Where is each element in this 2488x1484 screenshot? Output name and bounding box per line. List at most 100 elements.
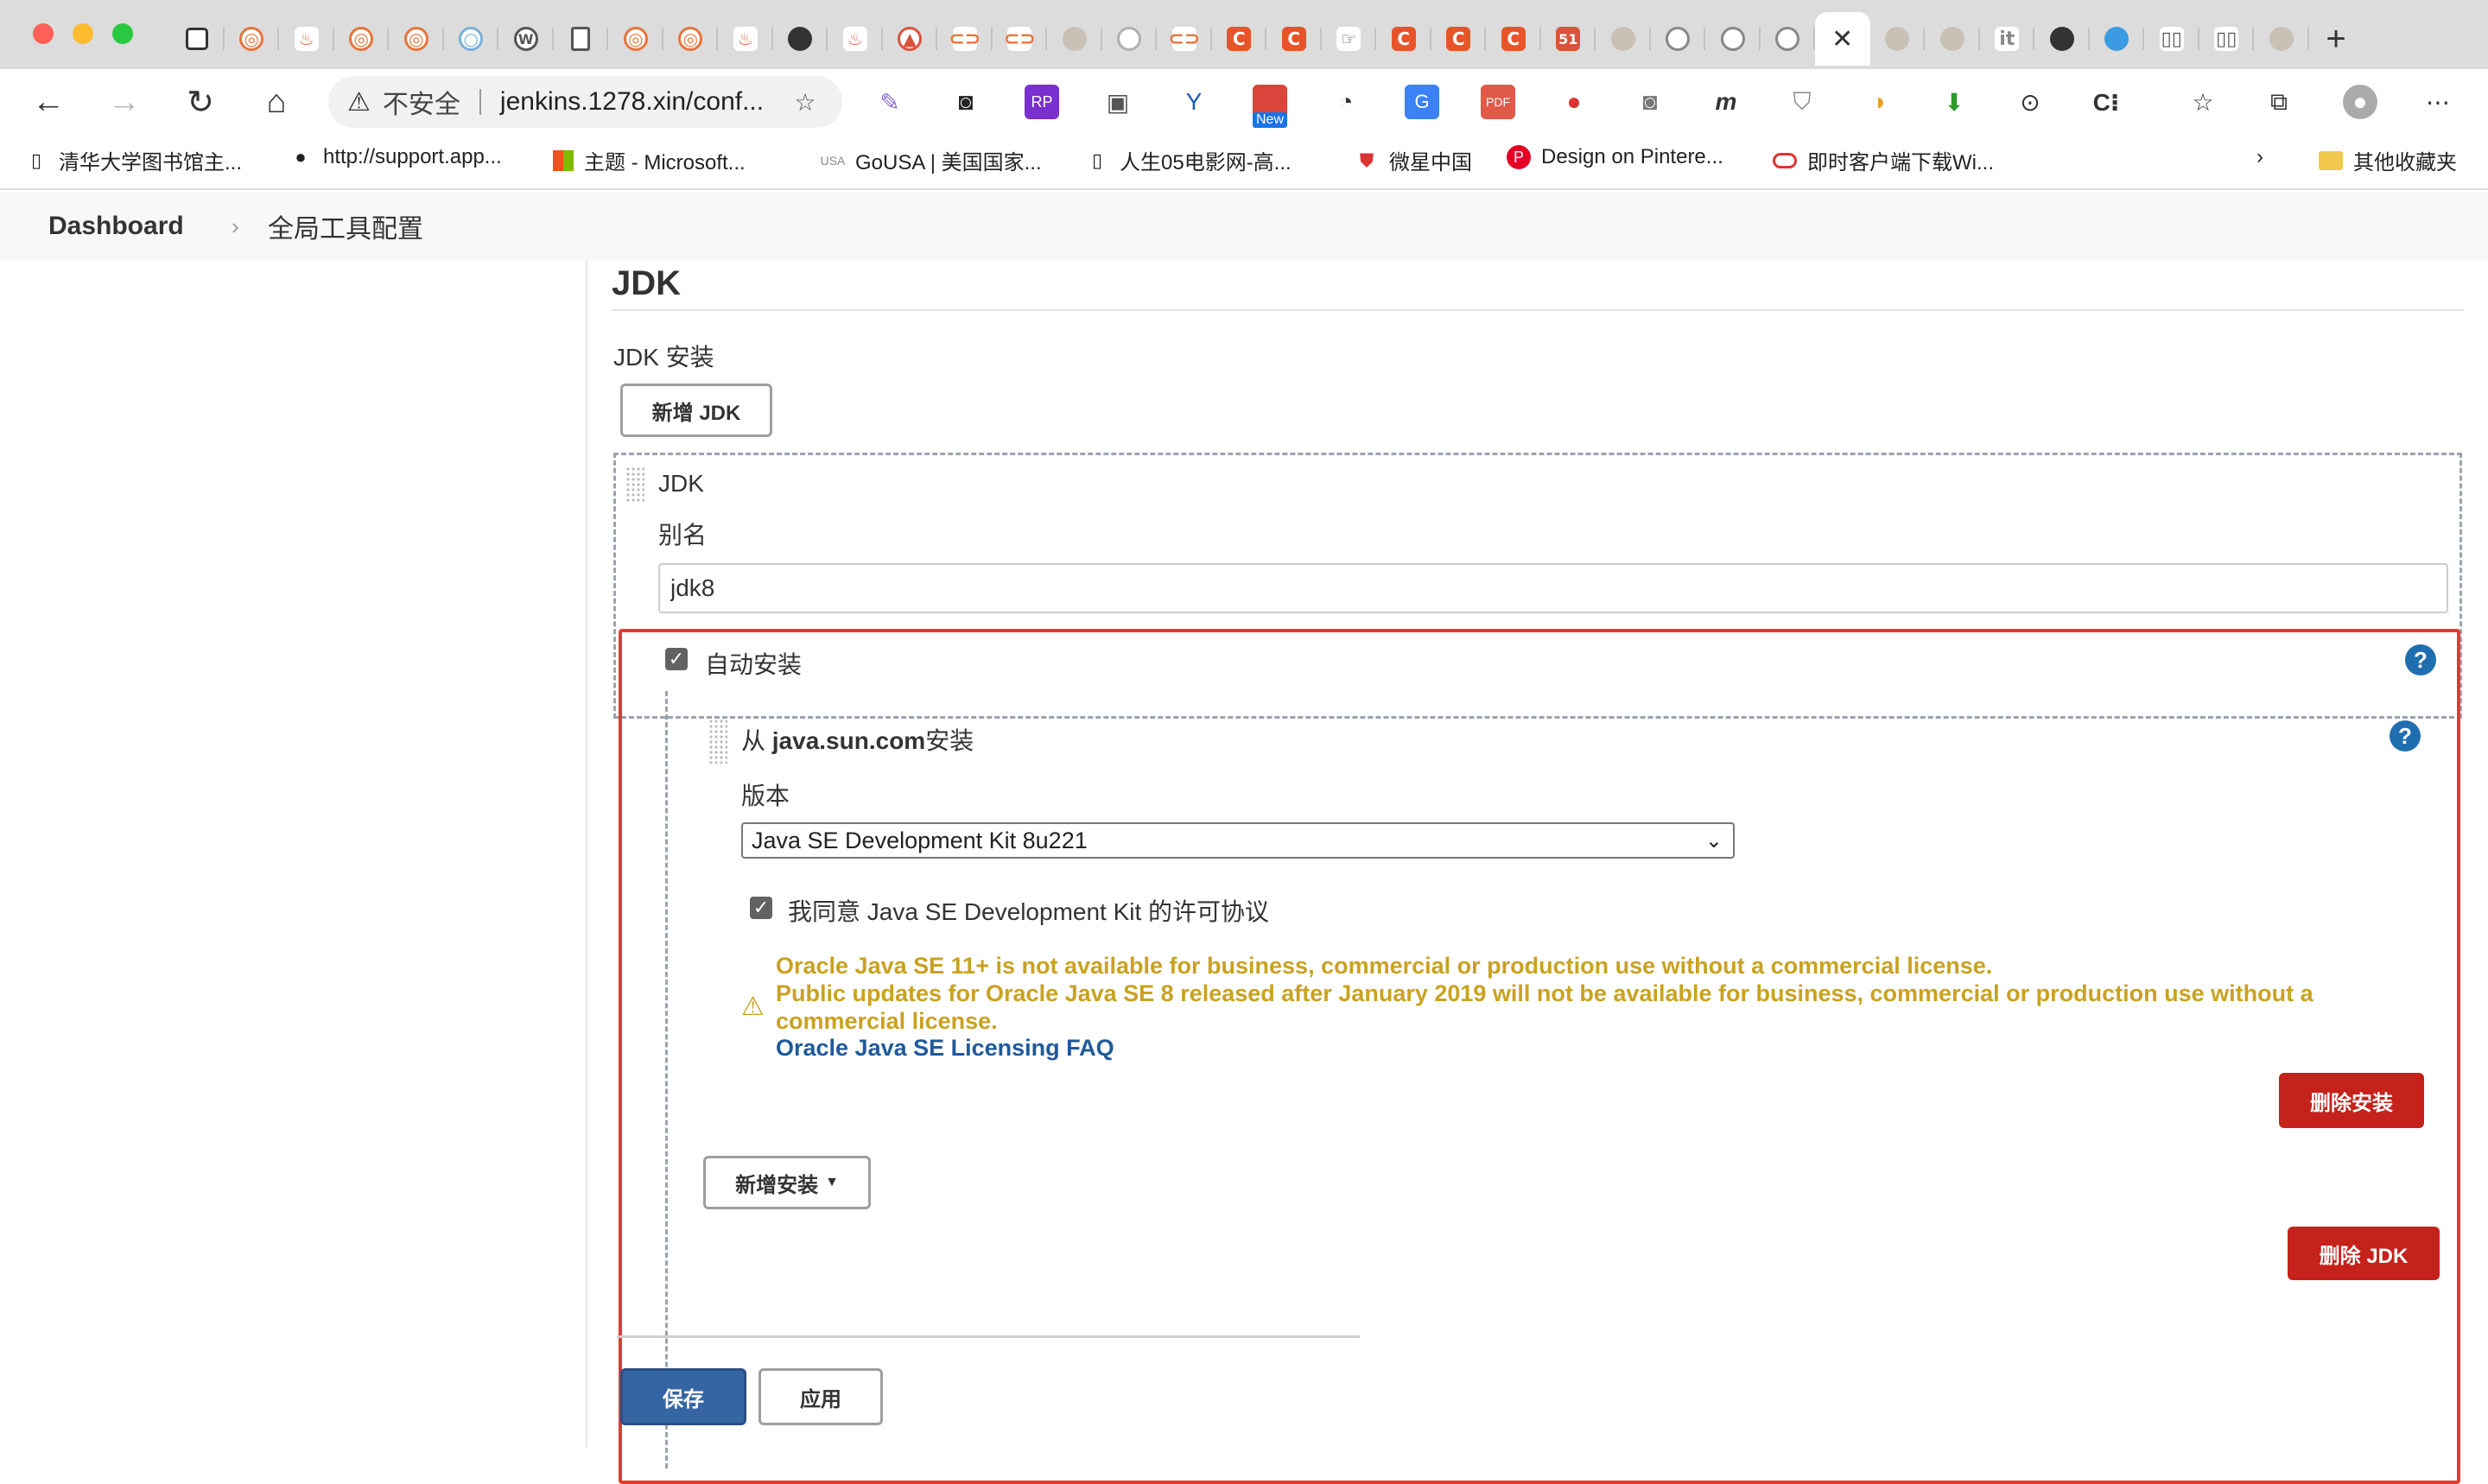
pdf-icon[interactable]: PDF [1481, 85, 1515, 119]
address-bar[interactable]: ⚠ 不安全 jenkins.1278.xin/conf... [328, 76, 842, 128]
tab[interactable]: ⊂⊃ [1157, 12, 1212, 66]
bookmark[interactable]: ● http://support.app... [289, 145, 501, 169]
new-tab-button[interactable]: + [2309, 12, 2364, 66]
tab[interactable]: C [1376, 12, 1431, 66]
bookmark[interactable]: ▯ 人生05电影网-高... [1085, 145, 1292, 175]
add-jdk-button[interactable]: 新增 JDK [620, 384, 772, 437]
reload-icon[interactable]: ↻ [176, 78, 225, 126]
drag-handle-icon[interactable] [708, 719, 727, 764]
url-text[interactable]: jenkins.1278.xin/conf... [500, 87, 764, 117]
minimize-window-button[interactable] [73, 23, 93, 44]
tab[interactable] [1102, 12, 1158, 66]
tab[interactable] [554, 12, 609, 66]
tab[interactable] [2034, 12, 2090, 66]
bookmark-folder[interactable]: 其他收藏夹 [2319, 145, 2457, 175]
download-icon[interactable]: ⬇ [1937, 85, 1971, 119]
home-icon[interactable]: ⌂ [252, 78, 301, 126]
breadcrumb-current[interactable]: 全局工具配置 [268, 207, 423, 245]
tab[interactable]: ◎ [225, 12, 280, 66]
camera-icon[interactable]: ◙ [949, 85, 983, 119]
code-icon[interactable]: ⊙ [2013, 85, 2047, 119]
tab[interactable] [1925, 12, 1980, 66]
tab[interactable]: W [498, 12, 554, 66]
save-button[interactable]: 保存 [620, 1368, 746, 1425]
speedometer-icon[interactable]: ◔ [1329, 85, 1363, 119]
tab[interactable]: ☞ [1322, 12, 1377, 66]
close-window-button[interactable] [33, 23, 54, 44]
tab[interactable]: ○ [444, 12, 499, 66]
auto-install-checkbox[interactable]: ✓ [665, 648, 688, 670]
close-tab-icon[interactable]: ✕ [1831, 24, 1853, 54]
tab[interactable]: C [1431, 12, 1487, 66]
tab[interactable] [1596, 12, 1651, 66]
apply-button[interactable]: 应用 [758, 1368, 883, 1425]
back-icon[interactable]: ← [24, 78, 73, 126]
rp-extension-icon[interactable]: RP [1025, 85, 1059, 119]
screenshot-icon[interactable]: ▣ [1101, 85, 1135, 119]
c-extension-icon[interactable]: C⁝ [2089, 85, 2123, 119]
translate-icon[interactable]: G [1405, 85, 1439, 119]
tab[interactable] [1870, 12, 1926, 66]
tab[interactable]: C [1266, 12, 1322, 66]
alias-input[interactable] [658, 563, 2448, 613]
tab[interactable]: ▯▯ [2199, 12, 2255, 66]
camera-icon[interactable]: ◙ [1633, 85, 1667, 119]
help-icon[interactable]: ? [2405, 644, 2436, 675]
new-extension-icon[interactable]: New [1253, 85, 1288, 128]
y-circle-icon[interactable]: ◑ [1861, 85, 1895, 119]
bookmark[interactable]: USA GoUSA | 美国国家... [821, 145, 1042, 175]
tab[interactable]: ◎ [608, 12, 663, 66]
tab[interactable] [1761, 12, 1816, 66]
tab[interactable] [169, 12, 225, 66]
delete-jdk-button[interactable]: 删除 JDK [2288, 1227, 2440, 1280]
bookmark[interactable]: 主题 - Microsoft... [553, 145, 746, 175]
bookmark[interactable]: P Design on Pintere... [1507, 145, 1723, 169]
tab[interactable]: C [1212, 12, 1267, 66]
drag-handle-icon[interactable] [625, 466, 644, 503]
tab[interactable]: it [1980, 12, 2035, 66]
tab[interactable]: 51 [1541, 12, 1596, 66]
shield-icon[interactable]: ⛉ [1785, 85, 1819, 119]
tab[interactable]: ♨ [718, 12, 773, 66]
maximize-window-button[interactable] [112, 23, 133, 44]
tab[interactable] [1705, 12, 1761, 66]
tab[interactable]: ⊂⊃ [993, 12, 1048, 66]
tab[interactable]: ▯▯ [2144, 12, 2199, 66]
tab[interactable]: ⊂⊃ [937, 12, 993, 66]
tab[interactable]: ▲ [883, 12, 938, 66]
bookmarks-overflow-chevron-icon[interactable]: › [2256, 145, 2263, 169]
breadcrumb-dashboard[interactable]: Dashboard [48, 212, 184, 241]
more-icon[interactable]: ⋯ [2421, 85, 2455, 119]
tab[interactable] [773, 12, 828, 66]
favorites-icon[interactable]: ☆ [2186, 85, 2220, 119]
tab[interactable]: ◎ [663, 12, 719, 66]
bookmark[interactable]: 即时客户端下载Wi... [1773, 145, 1994, 175]
profile-avatar-icon[interactable]: ● [2343, 85, 2377, 119]
y-extension-icon[interactable]: Y [1177, 85, 1211, 119]
tab[interactable] [2254, 12, 2309, 66]
help-icon[interactable]: ? [2390, 720, 2421, 752]
tab[interactable]: ◎ [334, 12, 390, 66]
tab[interactable] [1047, 12, 1102, 66]
tab[interactable] [2090, 12, 2145, 66]
add-favorite-icon[interactable]: ☆ [788, 85, 822, 119]
tab[interactable]: ◎ [389, 12, 444, 66]
tab[interactable]: C [1486, 12, 1541, 66]
forward-icon[interactable]: → [100, 78, 149, 126]
bookmark[interactable]: ⛊ 微星中国 [1355, 145, 1472, 175]
version-select[interactable]: Java SE Development Kit 8u221 ⌄ [741, 822, 1735, 859]
tab[interactable]: ♨ [828, 12, 883, 66]
tab[interactable] [1651, 12, 1706, 66]
quill-extension-icon[interactable]: ✎ [873, 85, 907, 119]
tab[interactable]: ♨ [279, 12, 334, 66]
delete-install-button[interactable]: 删除安装 [2279, 1073, 2424, 1128]
bookmark[interactable]: ▯ 清华大学图书馆主... [24, 145, 242, 175]
record-icon[interactable]: ● [1557, 85, 1591, 119]
tab-strip: ◎ ♨ ◎ ◎ ○ W ◎ ◎ ♨ ♨ ▲ ⊂⊃ ⊂⊃ ⊂⊃ C C ☞ C C… [169, 12, 2364, 66]
collections-icon[interactable]: ⧉ [2262, 85, 2296, 119]
agree-license-checkbox[interactable]: ✓ [750, 897, 772, 919]
licensing-faq-link[interactable]: Oracle Java SE Licensing FAQ [776, 1035, 1114, 1062]
m-extension-icon[interactable]: m [1709, 85, 1743, 119]
add-installer-button[interactable]: 新增安装 ▼ [703, 1156, 871, 1209]
tab-active[interactable]: ✕ [1815, 12, 1870, 66]
